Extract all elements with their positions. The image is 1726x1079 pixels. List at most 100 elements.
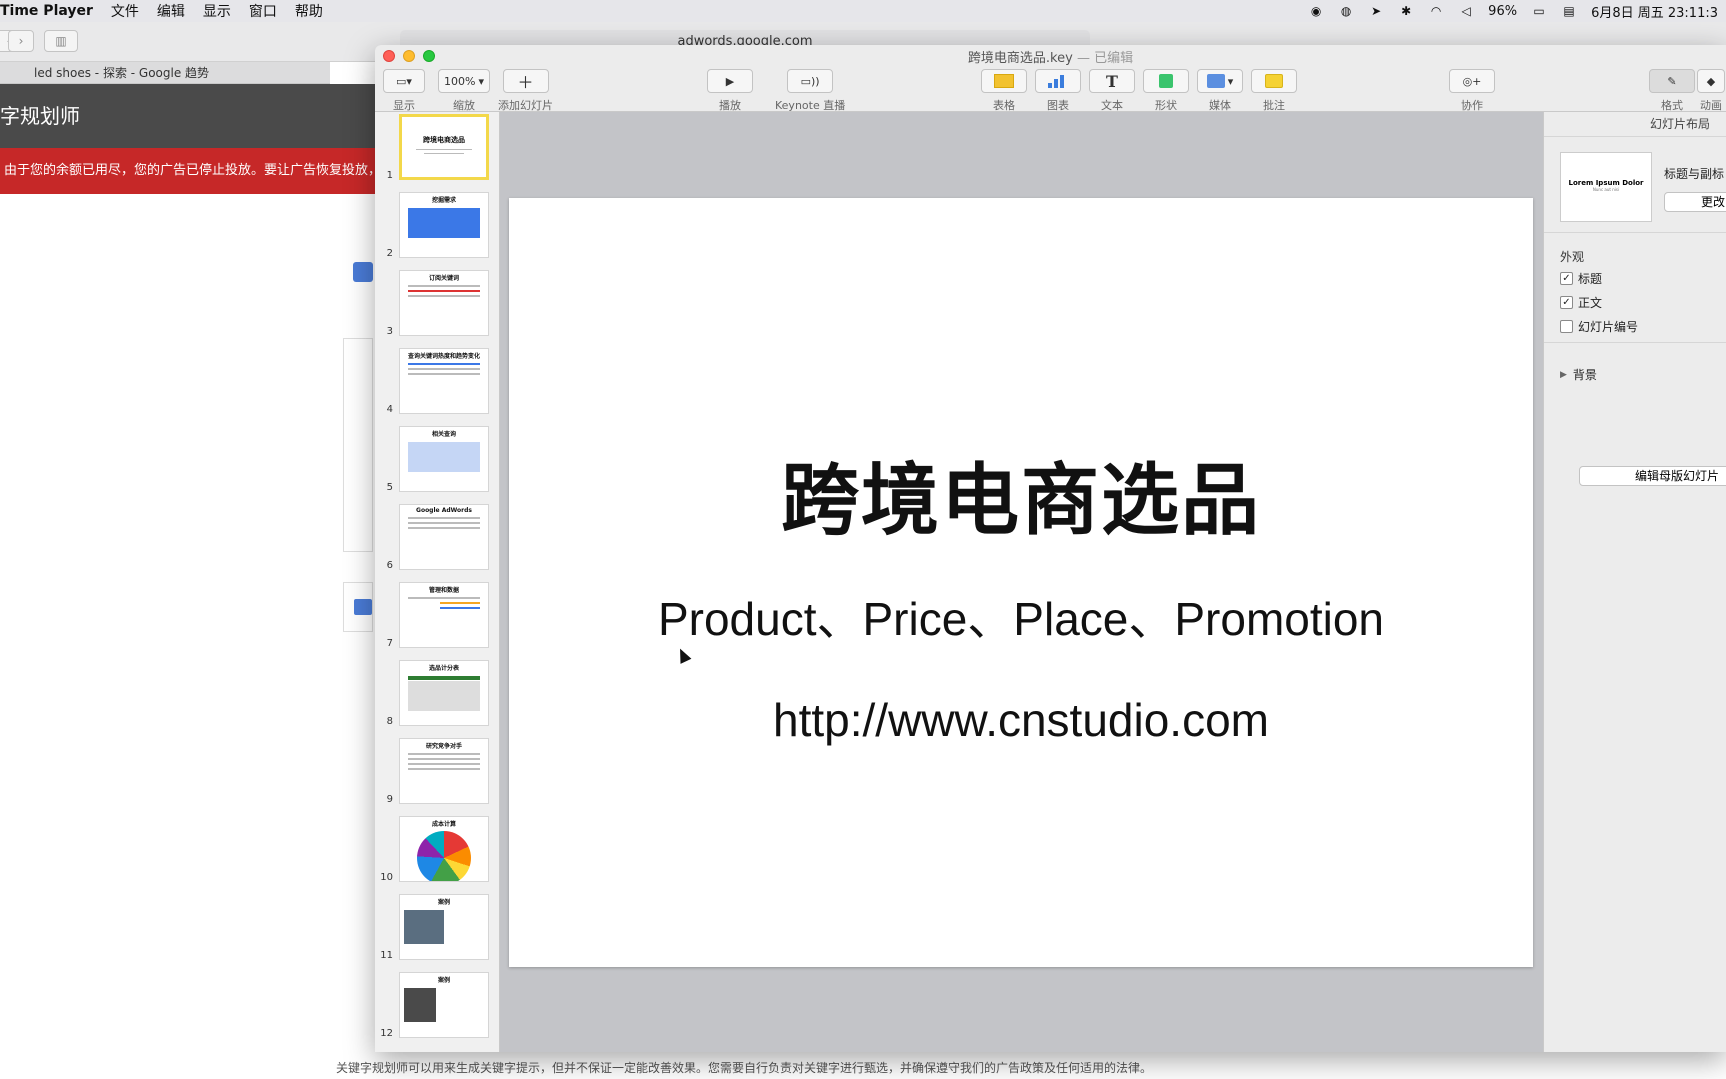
slide-subtitle[interactable]: Product、Price、Place、Promotion	[509, 583, 1533, 649]
format-label: 格式	[1661, 99, 1683, 112]
slide-thumbnail-2[interactable]: 挖掘需求 2	[375, 190, 500, 260]
volume-icon[interactable]: ◁	[1458, 4, 1474, 18]
diamond-icon: ◆	[1706, 74, 1716, 88]
slide-url-text[interactable]: http://www.cnstudio.com	[509, 693, 1533, 747]
slide-thumbnail-1[interactable]: 跨境电商选品 1	[375, 112, 500, 182]
thumbnail-preview[interactable]: 成本计算	[399, 816, 489, 882]
shape-button[interactable]	[1143, 69, 1189, 93]
menu-edit[interactable]: 编辑	[157, 1, 185, 21]
forward-button[interactable]: ›	[8, 30, 34, 52]
menu-file[interactable]: 文件	[111, 1, 139, 21]
slide-thumbnail-11[interactable]: 案例 11	[375, 892, 500, 962]
comment-button[interactable]	[1251, 69, 1297, 93]
collab-label: 协作	[1461, 99, 1483, 112]
keynote-toolbar: 跨境电商选品.key — 已编辑 ▭▾ 显示 100% ▾ 缩放 ＋ 添加幻灯片 …	[375, 45, 1726, 112]
thumbnail-title: 相关查询	[431, 431, 456, 438]
thumbnail-line	[408, 753, 480, 755]
thumbnail-preview[interactable]: 查询关键词热度和趋势变化	[399, 348, 489, 414]
zoom-group: 100% ▾ 缩放	[438, 69, 490, 113]
body-option-label: 正文	[1578, 296, 1603, 310]
slide-number: 11	[380, 950, 393, 961]
thumbnail-pie-chart	[417, 831, 471, 881]
table-group: 表格	[981, 69, 1027, 113]
slide-navigator: 跨境电商选品 1 挖掘需求 2 订阅关键词 3 查询关键词热度和趋势变化 4 相…	[375, 112, 500, 1052]
slide-title[interactable]: 跨境电商选品	[509, 438, 1533, 550]
checkbox-checked[interactable]: ✓	[1560, 272, 1573, 285]
thumbnail-preview[interactable]: 研究竞争对手	[399, 738, 489, 804]
menubar-app-name[interactable]: Time Player	[0, 3, 93, 19]
checkbox-unchecked[interactable]	[1560, 320, 1573, 333]
collab-group: ◎+ 协作	[1449, 69, 1495, 113]
layout-preview[interactable]: Lorem Ipsum Dolor Nunc aut nisi	[1560, 152, 1652, 222]
add-slide-group: ＋ 添加幻灯片	[498, 69, 553, 113]
menu-view[interactable]: 显示	[203, 1, 231, 21]
current-slide[interactable]: 跨境电商选品 Product、Price、Place、Promotion htt…	[509, 198, 1533, 967]
thumbnail-preview[interactable]: 管理和数据	[399, 582, 489, 648]
collab-button[interactable]: ◎+	[1449, 69, 1495, 93]
thumbnail-line	[408, 373, 480, 375]
zoom-select[interactable]: 100% ▾	[438, 69, 490, 93]
slide-thumbnail-12[interactable]: 案例 12	[375, 970, 500, 1040]
thumbnail-preview[interactable]: 订阅关键词	[399, 270, 489, 336]
thumbnail-line	[408, 768, 480, 770]
format-button[interactable]: ✎	[1649, 69, 1695, 93]
layout-preview-subtitle: Nunc aut nisi	[1592, 187, 1620, 192]
divider	[1544, 342, 1726, 343]
table-button[interactable]	[981, 69, 1027, 93]
wifi-icon[interactable]: ◠	[1428, 4, 1444, 18]
slide-thumbnail-9[interactable]: 研究竞争对手 9	[375, 736, 500, 806]
animate-button[interactable]: ◆	[1697, 69, 1725, 93]
view-button[interactable]: ▭▾	[383, 69, 425, 93]
slide-thumbnail-10[interactable]: 成本计算 10	[375, 814, 500, 884]
thumbnail-preview[interactable]: Google AdWords	[399, 504, 489, 570]
wechat-icon[interactable]: ◍	[1338, 4, 1354, 18]
disclosure-triangle-icon[interactable]: ▶	[1560, 370, 1567, 380]
save-icon[interactable]	[353, 262, 373, 282]
live-button[interactable]: ▭))	[787, 69, 834, 93]
thumbnail-title: Google AdWords	[416, 507, 472, 514]
text-button[interactable]: T	[1089, 69, 1135, 93]
slide-thumbnail-7[interactable]: 管理和数据 7	[375, 580, 500, 650]
bluetooth-icon[interactable]: ✱	[1398, 4, 1414, 18]
bar-chart-icon[interactable]	[354, 599, 372, 615]
background-section[interactable]: ▶ 背景	[1560, 366, 1597, 383]
thumbnail-line	[440, 607, 480, 609]
record-icon[interactable]: ◉	[1308, 4, 1324, 18]
slide-thumbnail-3[interactable]: 订阅关键词 3	[375, 268, 500, 338]
browser-tab[interactable]: led shoes - 探索 - Google 趋势	[0, 62, 330, 84]
thumbnail-preview[interactable]: 挖掘需求	[399, 192, 489, 258]
flag-icon[interactable]: ▤	[1561, 4, 1577, 18]
thumbnail-preview[interactable]: 相关查询	[399, 426, 489, 492]
text-group: T 文本	[1089, 69, 1135, 113]
play-button[interactable]: ▶	[707, 69, 753, 93]
menubar-clock[interactable]: 6月8日 周五 23:11:3	[1591, 2, 1718, 21]
slide-thumbnail-4[interactable]: 查询关键词热度和趋势变化 4	[375, 346, 500, 416]
menu-help[interactable]: 帮助	[295, 1, 323, 21]
thumbnail-preview[interactable]: 选品计分表	[399, 660, 489, 726]
slide-number: 3	[386, 326, 393, 337]
menu-window[interactable]: 窗口	[249, 1, 277, 21]
chart-button[interactable]	[1035, 69, 1081, 93]
thumbnail-preview[interactable]: 案例	[399, 972, 489, 1038]
chevron-down-icon: ▾	[1227, 74, 1234, 88]
slide-number-option[interactable]: 幻灯片编号	[1560, 318, 1638, 335]
edit-master-slide-button[interactable]: 编辑母版幻灯片	[1579, 466, 1726, 486]
change-layout-button[interactable]: 更改	[1664, 192, 1726, 212]
send-icon[interactable]: ➤	[1368, 4, 1384, 18]
slide-thumbnail-6[interactable]: Google AdWords 6	[375, 502, 500, 572]
thumbnail-preview[interactable]: 跨境电商选品	[399, 114, 489, 180]
sidebar-toggle-icon[interactable]: ▥	[44, 30, 78, 52]
thumbnail-line	[408, 527, 480, 529]
body-option[interactable]: ✓ 正文	[1560, 294, 1602, 311]
slide-thumbnail-8[interactable]: 选品计分表 8	[375, 658, 500, 728]
live-label: Keynote 直播	[775, 99, 846, 112]
slide-thumbnail-5[interactable]: 相关查询 5	[375, 424, 500, 494]
title-option[interactable]: ✓ 标题	[1560, 270, 1602, 287]
add-slide-button[interactable]: ＋	[502, 69, 549, 93]
broadcast-icon: ▭))	[800, 74, 820, 88]
thumbnail-preview[interactable]: 案例	[399, 894, 489, 960]
battery-icon[interactable]: ▭	[1531, 4, 1547, 18]
media-button[interactable]: ▾	[1197, 69, 1243, 93]
checkbox-checked[interactable]: ✓	[1560, 296, 1573, 309]
media-label: 媒体	[1209, 99, 1231, 112]
